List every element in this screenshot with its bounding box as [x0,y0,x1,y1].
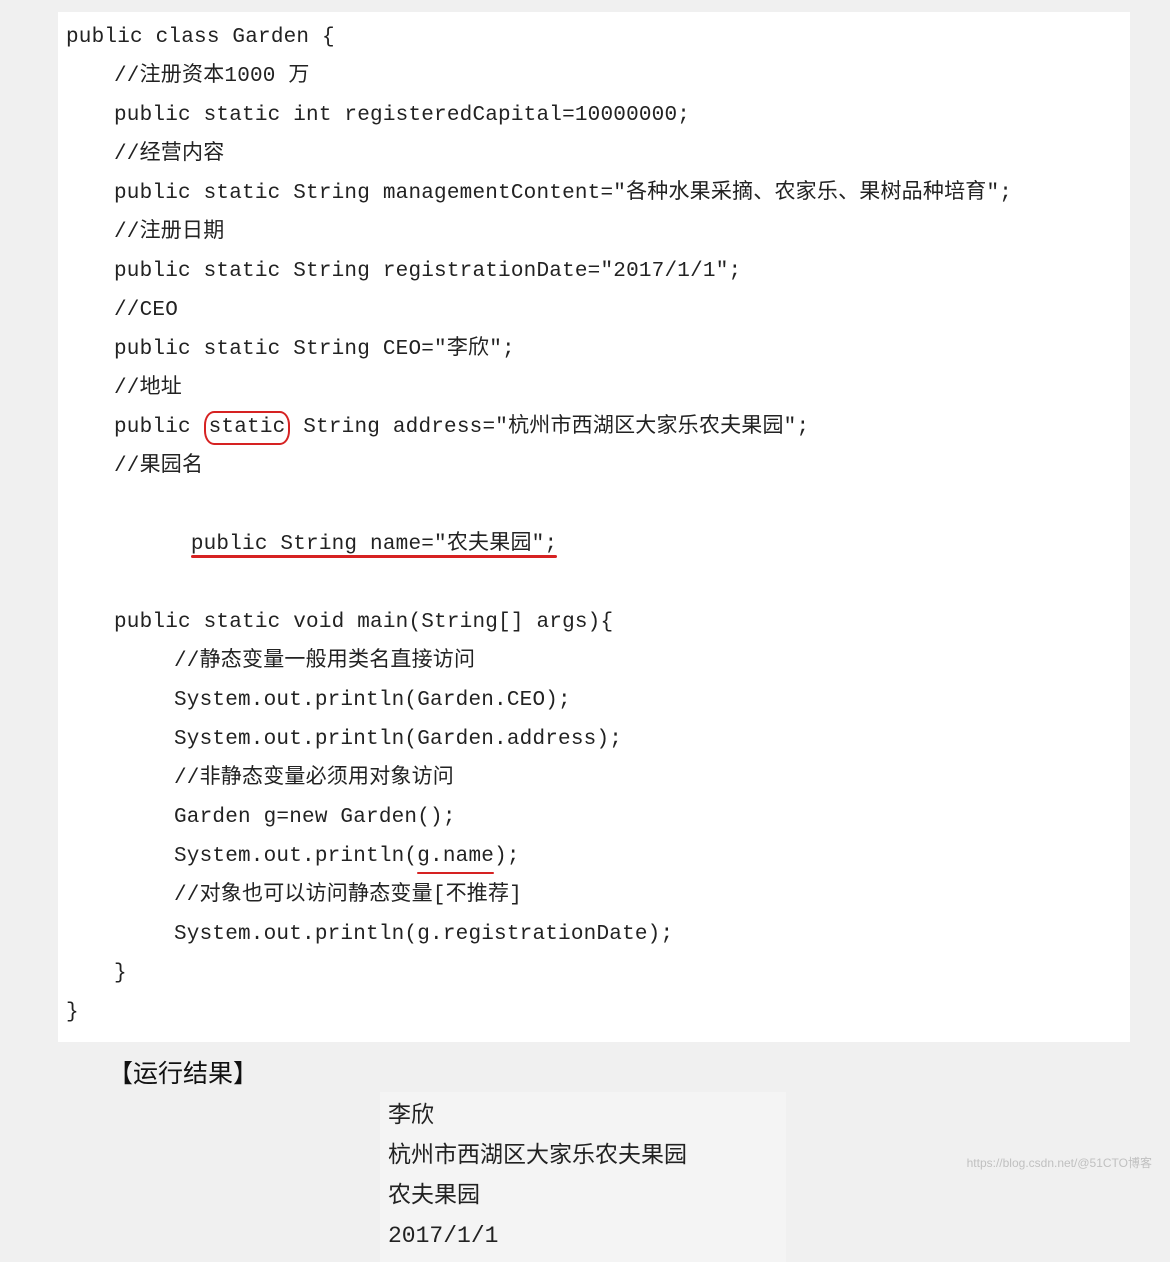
code-line: public static void main(String[] args){ [66,603,1122,642]
code-line: System.out.println(g.registrationDate); [66,915,1122,954]
code-fragment: System.out.println( [174,837,417,876]
watermark-text: https://blog.csdn.net/@51CTO博客 [967,1154,1152,1171]
result-line: 农夫果园 [388,1176,778,1216]
code-line: Garden g=new Garden(); [66,798,1122,837]
red-underline-annotation: public String name="农夫果园"; [191,533,557,556]
code-line-comment: //地址 [66,369,1122,408]
code-line-comment: //果园名 [66,447,1122,486]
code-line-comment: //注册日期 [66,213,1122,252]
result-line: 杭州市西湖区大家乐农夫果园 [388,1136,778,1176]
code-line: public static String CEO="李欣"; [66,330,1122,369]
result-line: 李欣 [388,1096,778,1136]
red-underline-annotation: g.name [417,837,494,876]
code-line-annotated-gname: System.out.println(g.name); [66,837,1122,876]
page: public class Garden { //注册资本1000 万 publi… [0,12,1170,1177]
result-output: 李欣 杭州市西湖区大家乐农夫果园 农夫果园 2017/1/1 [380,1092,786,1262]
code-line-annotated-underline: public String name="农夫果园"; [66,486,1122,603]
code-line: public static String managementContent="… [66,174,1122,213]
code-fragment: public [114,408,204,447]
red-circle-annotation: static [204,411,291,445]
code-line: } [66,993,1122,1032]
code-block: public class Garden { //注册资本1000 万 publi… [58,12,1130,1042]
code-line: } [66,954,1122,993]
result-label: 【运行结果】 [108,1054,1170,1090]
result-line: 2017/1/1 [388,1216,778,1256]
code-line: System.out.println(Garden.CEO); [66,681,1122,720]
code-line-comment: //静态变量一般用类名直接访问 [66,642,1122,681]
code-fragment: ); [494,837,520,876]
code-line-comment: //经营内容 [66,135,1122,174]
code-fragment: String address="杭州市西湖区大家乐农夫果园"; [290,408,809,447]
code-line-comment: //对象也可以访问静态变量[不推荐] [66,876,1122,915]
code-line: public class Garden { [66,18,1122,57]
code-line-comment: //注册资本1000 万 [66,57,1122,96]
code-line-comment: //CEO [66,291,1122,330]
code-line: public static String registrationDate="2… [66,252,1122,291]
code-line: System.out.println(Garden.address); [66,720,1122,759]
code-line: public static int registeredCapital=1000… [66,96,1122,135]
code-line-comment: //非静态变量必须用对象访问 [66,759,1122,798]
code-line-annotated-static: public static String address="杭州市西湖区大家乐农… [66,408,1122,447]
